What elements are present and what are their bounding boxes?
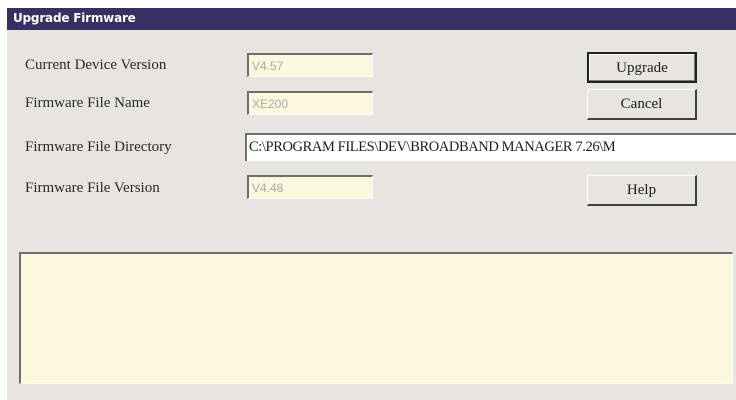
title-bar[interactable]: Upgrade Firmware	[7, 8, 736, 30]
cancel-button[interactable]: Cancel	[587, 89, 697, 120]
current-version-field: V4.57	[247, 53, 373, 77]
status-log-area[interactable]	[19, 252, 733, 384]
upgrade-firmware-dialog: Upgrade Firmware Current Device Version …	[6, 8, 736, 400]
current-version-label: Current Device Version	[25, 57, 167, 73]
file-directory-field[interactable]: C:\PROGRAM FILES\DEV\BROADBAND MANAGER 7…	[245, 133, 736, 161]
file-directory-label: Firmware File Directory	[25, 139, 172, 155]
window-title: Upgrade Firmware	[13, 11, 136, 25]
file-version-field: V4.48	[247, 175, 373, 199]
file-name-label: Firmware File Name	[25, 95, 150, 111]
help-button[interactable]: Help	[587, 175, 697, 206]
upgrade-button[interactable]: Upgrade	[587, 52, 697, 83]
file-version-label: Firmware File Version	[25, 180, 160, 196]
file-name-field: XE200	[247, 91, 373, 115]
